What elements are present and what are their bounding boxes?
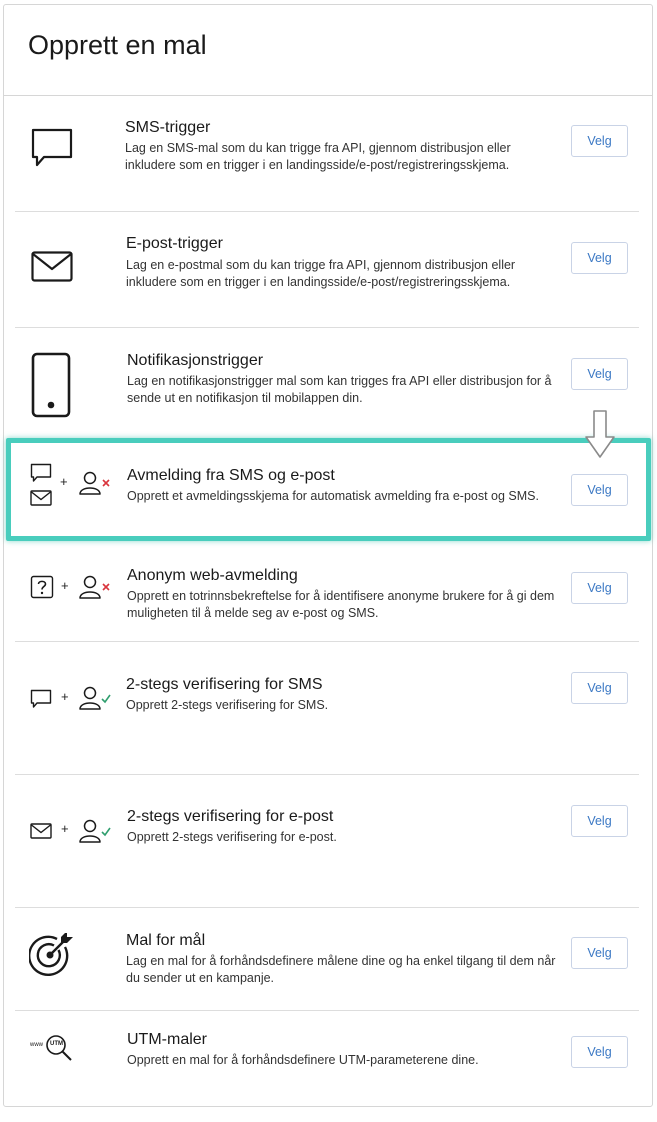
- item-title-anonymous-unsubscribe: Anonym web-avmelding: [127, 567, 298, 584]
- plus-sign: +: [61, 821, 69, 836]
- utm-badge-label: UTM: [50, 1041, 63, 1047]
- user-check-icon: [79, 819, 111, 843]
- envelope-icon: [30, 823, 52, 839]
- item-desc-unsubscribe-sms-email: Opprett et avmeldingsskjema for automati…: [127, 489, 539, 503]
- envelope-icon: [31, 251, 73, 282]
- select-email-verification-button[interactable]: Velg: [571, 805, 628, 837]
- page-title: Opprett en mal: [28, 30, 207, 60]
- plus-sign: +: [60, 474, 68, 489]
- item-title-sms-verification: 2-stegs verifisering for SMS: [126, 676, 323, 693]
- select-email-trigger-button[interactable]: Velg: [571, 242, 628, 274]
- chat-bubble-icon: [31, 128, 73, 167]
- user-remove-icon: [79, 471, 110, 495]
- item-title-email-verification: 2-stegs verifisering for e-post: [127, 808, 334, 825]
- item-title-notification-trigger: Notifikasjonstrigger: [127, 352, 264, 369]
- envelope-icon: [30, 490, 52, 506]
- select-sms-verification-button[interactable]: Velg: [571, 672, 628, 704]
- utm-search-icon: [46, 1035, 72, 1061]
- divider: [15, 907, 639, 908]
- item-desc-email-verification: Opprett 2-stegs verifisering for e-post.: [127, 830, 337, 844]
- mobile-phone-icon: [31, 352, 71, 418]
- chat-bubble-icon: [30, 689, 52, 708]
- utm-www-label: www: [30, 1042, 43, 1048]
- divider: [15, 641, 639, 642]
- chat-bubble-icon: [30, 463, 52, 482]
- item-desc-notification-trigger: Lag en notifikasjonstrigger mal som kan …: [127, 374, 552, 405]
- select-unsubscribe-button[interactable]: Velg: [571, 474, 628, 506]
- item-desc-sms-trigger: Lag en SMS-mal som du kan trigge fra API…: [125, 141, 511, 172]
- select-utm-templates-button[interactable]: Velg: [571, 1036, 628, 1068]
- target-icon: [29, 933, 73, 977]
- select-sms-trigger-button[interactable]: Velg: [571, 125, 628, 157]
- item-title-utm-templates: UTM-maler: [127, 1031, 207, 1048]
- user-check-icon: [79, 686, 111, 710]
- item-desc-goal-template: Lag en mal for å forhåndsdefinere målene…: [126, 954, 556, 985]
- divider: [15, 1010, 639, 1011]
- select-anonymous-unsubscribe-button[interactable]: Velg: [571, 572, 628, 604]
- item-desc-anonymous-unsubscribe: Opprett en totrinnsbekreftelse for å ide…: [127, 589, 555, 620]
- plus-sign: +: [61, 689, 69, 704]
- select-goal-template-button[interactable]: Velg: [571, 937, 628, 969]
- user-remove-icon: [79, 575, 110, 599]
- divider: [15, 774, 639, 775]
- item-desc-email-trigger: Lag en e-postmal som du kan trigge fra A…: [126, 258, 516, 289]
- item-title-goal-template: Mal for mål: [126, 932, 206, 949]
- plus-sign: +: [61, 578, 69, 593]
- question-box-icon: [30, 575, 54, 599]
- divider: [15, 211, 639, 212]
- divider: [15, 327, 639, 328]
- item-title-email-trigger: E-post-trigger: [126, 235, 223, 252]
- item-title-sms-trigger: SMS-trigger: [125, 119, 211, 136]
- item-title-unsubscribe-sms-email: Avmelding fra SMS og e-post: [127, 467, 335, 484]
- item-desc-sms-verification: Opprett 2-stegs verifisering for SMS.: [126, 698, 329, 712]
- select-notification-trigger-button[interactable]: Velg: [571, 358, 628, 390]
- item-desc-utm-templates: Opprett en mal for å forhåndsdefinere UT…: [127, 1053, 479, 1067]
- arrow-down-icon: [585, 410, 615, 458]
